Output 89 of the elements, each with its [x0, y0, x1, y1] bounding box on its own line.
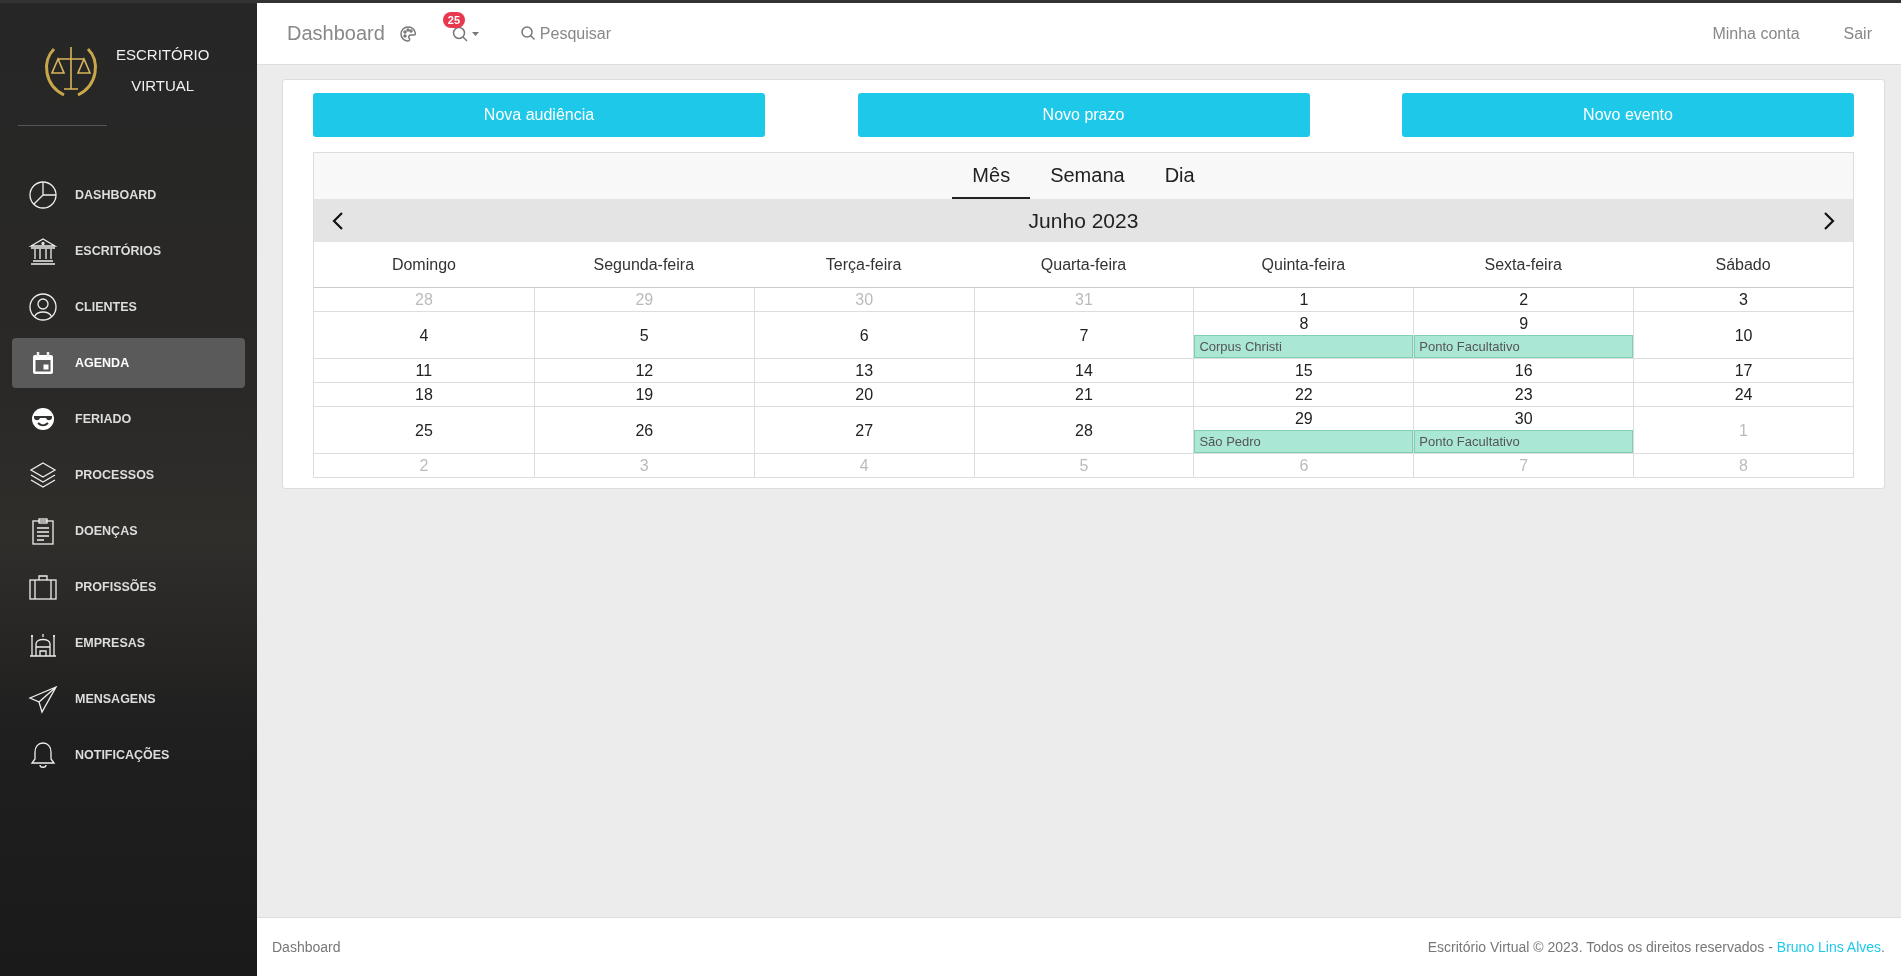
day-number: 1	[1739, 420, 1748, 441]
day-number: 11	[415, 361, 433, 381]
day-number: 1	[1299, 290, 1309, 310]
calendar-event[interactable]: Ponto Facultativo	[1414, 335, 1634, 358]
day-number: 28	[1075, 420, 1093, 441]
sidebar-item[interactable]: FERIADO	[12, 394, 245, 444]
footer-link[interactable]: Dashboard	[272, 939, 341, 955]
day-number: 23	[1514, 385, 1533, 405]
day-number: 26	[635, 420, 654, 441]
day-number: 29	[635, 290, 654, 310]
brand-name: VIRTUAL	[131, 77, 195, 94]
day-number: 13	[855, 361, 874, 381]
search-link[interactable]: Pesquisar	[518, 24, 611, 43]
day-number: 28	[415, 290, 433, 310]
sidebar-item[interactable]: CLIENTES	[12, 282, 245, 332]
day-number: 19	[635, 385, 654, 405]
sidebar-item[interactable]: EMPRESAS	[12, 618, 245, 668]
day-number: 6	[1299, 456, 1309, 476]
sidebar-item[interactable]: AGENDA	[12, 338, 245, 388]
day-number: 8	[1739, 456, 1748, 476]
day-number: 24	[1734, 385, 1753, 405]
day-number: 5	[1079, 456, 1089, 476]
bank-building-icon	[28, 236, 58, 266]
brand-name: ESCRITÓRIO	[116, 46, 210, 63]
sidebar-item[interactable]: PROFISSÕES	[12, 562, 245, 612]
header-link[interactable]: Sair	[1843, 24, 1872, 43]
day-number: 8	[1299, 314, 1309, 334]
day-number: 4	[859, 456, 869, 476]
weekday-label: Domingo	[390, 255, 457, 274]
day-number: 7	[1079, 325, 1089, 346]
user-icon	[28, 292, 58, 322]
day-number: 9	[1519, 314, 1529, 334]
notification-badge: 25	[442, 11, 466, 28]
day-number: 12	[635, 361, 654, 381]
weekday-label: Quinta-feira	[1260, 255, 1347, 274]
day-number: 25	[415, 420, 433, 441]
header-link[interactable]: Minha conta	[1712, 24, 1800, 43]
sidebar-item[interactable]: DOENÇAS	[12, 506, 245, 556]
day-number: 2	[1519, 290, 1529, 310]
day-number: 31	[1075, 290, 1093, 310]
view-tab[interactable]: Dia	[1144, 153, 1215, 199]
bell-icon	[28, 740, 58, 770]
copyright-text: Escritório Virtual © 2023. Todos os direitos reservados - Bruno Lins Alves.	[1427, 939, 1885, 955]
weekday-label: Terça-feira	[824, 255, 903, 274]
weekday-label: Sábado	[1714, 255, 1772, 274]
caret-icon	[471, 31, 479, 36]
day-number: 21	[1075, 385, 1093, 405]
search-icon	[518, 24, 537, 43]
weekday-label: Segunda-feira	[592, 255, 696, 274]
day-number: 15	[1294, 361, 1313, 381]
layers-icon	[28, 460, 58, 490]
sidebar-item[interactable]: NOTIFICAÇÕES	[12, 730, 245, 780]
day-number: 10	[1734, 325, 1753, 346]
month-title: Junho 2023	[1028, 208, 1139, 233]
day-number: 20	[855, 385, 874, 405]
day-number: 22	[1294, 385, 1313, 405]
paper-plane-icon	[28, 684, 58, 714]
day-number: 29	[1294, 409, 1313, 429]
weekday-label: Quarta-feira	[1039, 255, 1128, 274]
briefcase-icon	[28, 572, 58, 602]
next-icon[interactable]	[1823, 210, 1835, 231]
day-number: 16	[1514, 361, 1533, 381]
previous-icon[interactable]	[332, 210, 344, 231]
day-number: 4	[419, 325, 429, 346]
day-number: 7	[1519, 456, 1529, 476]
calendar-event[interactable]: Ponto Facultativo	[1414, 430, 1634, 453]
notification-icon[interactable]	[450, 24, 469, 43]
sidebar-item[interactable]: ESCRITÓRIOS	[12, 226, 245, 276]
weekday-label: Sexta-feira	[1483, 255, 1563, 274]
pie-chart-icon	[28, 180, 58, 210]
view-tab[interactable]: Semana	[1030, 153, 1145, 199]
day-number: 18	[415, 385, 433, 405]
calendar-event[interactable]: Corpus Christi	[1194, 335, 1414, 358]
palette-icon[interactable]	[398, 24, 417, 43]
day-number: 30	[1514, 409, 1533, 429]
day-number: 27	[855, 420, 874, 441]
day-number: 2	[419, 456, 429, 476]
day-number: 3	[639, 456, 649, 476]
day-number: 30	[855, 290, 874, 310]
day-number: 3	[1739, 290, 1748, 310]
sidebar-item[interactable]: MENSAGENS	[12, 674, 245, 724]
day-number: 14	[1075, 361, 1093, 381]
sidebar-item[interactable]: PROCESSOS	[12, 450, 245, 500]
page-title: Dashboard	[287, 22, 385, 45]
calendar-event[interactable]: São Pedro	[1194, 430, 1414, 453]
day-number: 17	[1734, 361, 1753, 381]
sidebar-item[interactable]: DASHBOARD	[12, 170, 245, 220]
day-number: 6	[859, 325, 869, 346]
day-number: 5	[639, 325, 649, 346]
